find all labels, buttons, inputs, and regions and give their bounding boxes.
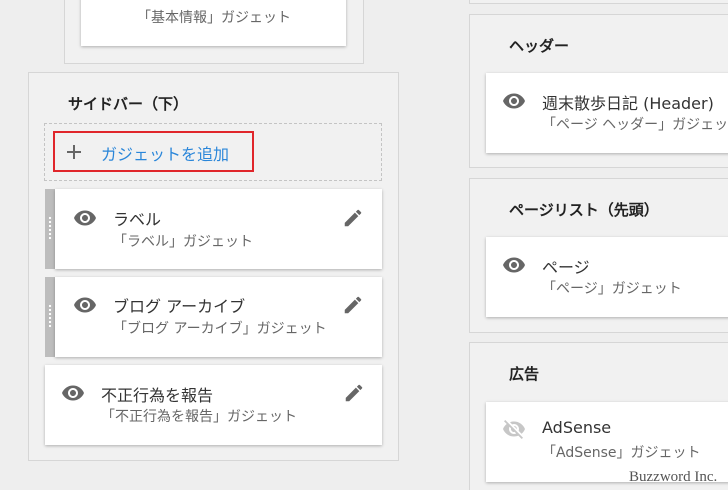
gadget-card-report-abuse: 不正行為を報告 「不正行為を報告」ガジェット	[45, 365, 382, 445]
edit-pencil-icon[interactable]	[342, 294, 364, 316]
eye-off-icon[interactable]	[502, 417, 526, 441]
gadget-subtitle: 「ページ」ガジェット	[542, 281, 682, 297]
gadget-card-labels: ラベル 「ラベル」ガジェット	[55, 189, 382, 269]
gadget-card-pages: ページ 「ページ」ガジェット	[486, 237, 728, 317]
add-gadget-button[interactable]: ガジェットを追加	[53, 131, 254, 172]
gadget-title: 不正行為を報告	[101, 386, 214, 405]
gadget-title: AdSense	[542, 418, 612, 437]
edit-pencil-icon[interactable]	[343, 382, 365, 404]
gadget-card-blog-archive: ブログ アーカイブ 「ブログ アーカイブ」ガジェット	[55, 277, 382, 357]
gadget-subtitle: 「基本情報」ガジェット	[137, 10, 291, 26]
gadget-title: ページ	[542, 258, 590, 277]
gadget-subtitle: 「不正行為を報告」ガジェット	[101, 409, 297, 425]
watermark-text: Buzzword Inc.	[629, 469, 718, 485]
eye-icon[interactable]	[61, 381, 85, 405]
gadget-subtitle: 「ブログ アーカイブ」ガジェット	[113, 321, 327, 337]
eye-icon[interactable]	[502, 253, 526, 277]
plus-icon	[67, 145, 81, 159]
eye-icon[interactable]	[502, 89, 526, 113]
gadget-subtitle: 「ラベル」ガジェット	[113, 234, 253, 250]
section-title-ads: 広告	[509, 365, 540, 383]
eye-icon[interactable]	[73, 206, 97, 230]
section-title-sidebar-bottom: サイドバー（下）	[68, 95, 189, 113]
add-gadget-label: ガジェットを追加	[101, 145, 230, 164]
top-right-panel	[469, 0, 728, 4]
eye-icon[interactable]	[73, 293, 97, 317]
gadget-title: ラベル	[113, 210, 162, 229]
drag-handle[interactable]	[45, 277, 55, 357]
gadget-card-header: 週末散歩日記 (Header) 「ページ ヘッダー」ガジェット	[486, 73, 728, 153]
section-title-header: ヘッダー	[509, 37, 570, 55]
gadget-subtitle: 「AdSense」ガジェット	[542, 445, 701, 461]
drag-handle[interactable]	[45, 189, 55, 269]
gadget-subtitle: 「ページ ヘッダー」ガジェット	[542, 117, 728, 133]
add-gadget-area: ガジェットを追加	[44, 123, 382, 181]
section-title-pagelist: ページリスト（先頭）	[509, 201, 659, 219]
gadget-card-basic-info: 「基本情報」ガジェット	[81, 0, 346, 46]
gadget-title: 週末散歩日記 (Header)	[542, 94, 714, 113]
gadget-title: ブログ アーカイブ	[113, 297, 246, 316]
edit-pencil-icon[interactable]	[342, 207, 364, 229]
